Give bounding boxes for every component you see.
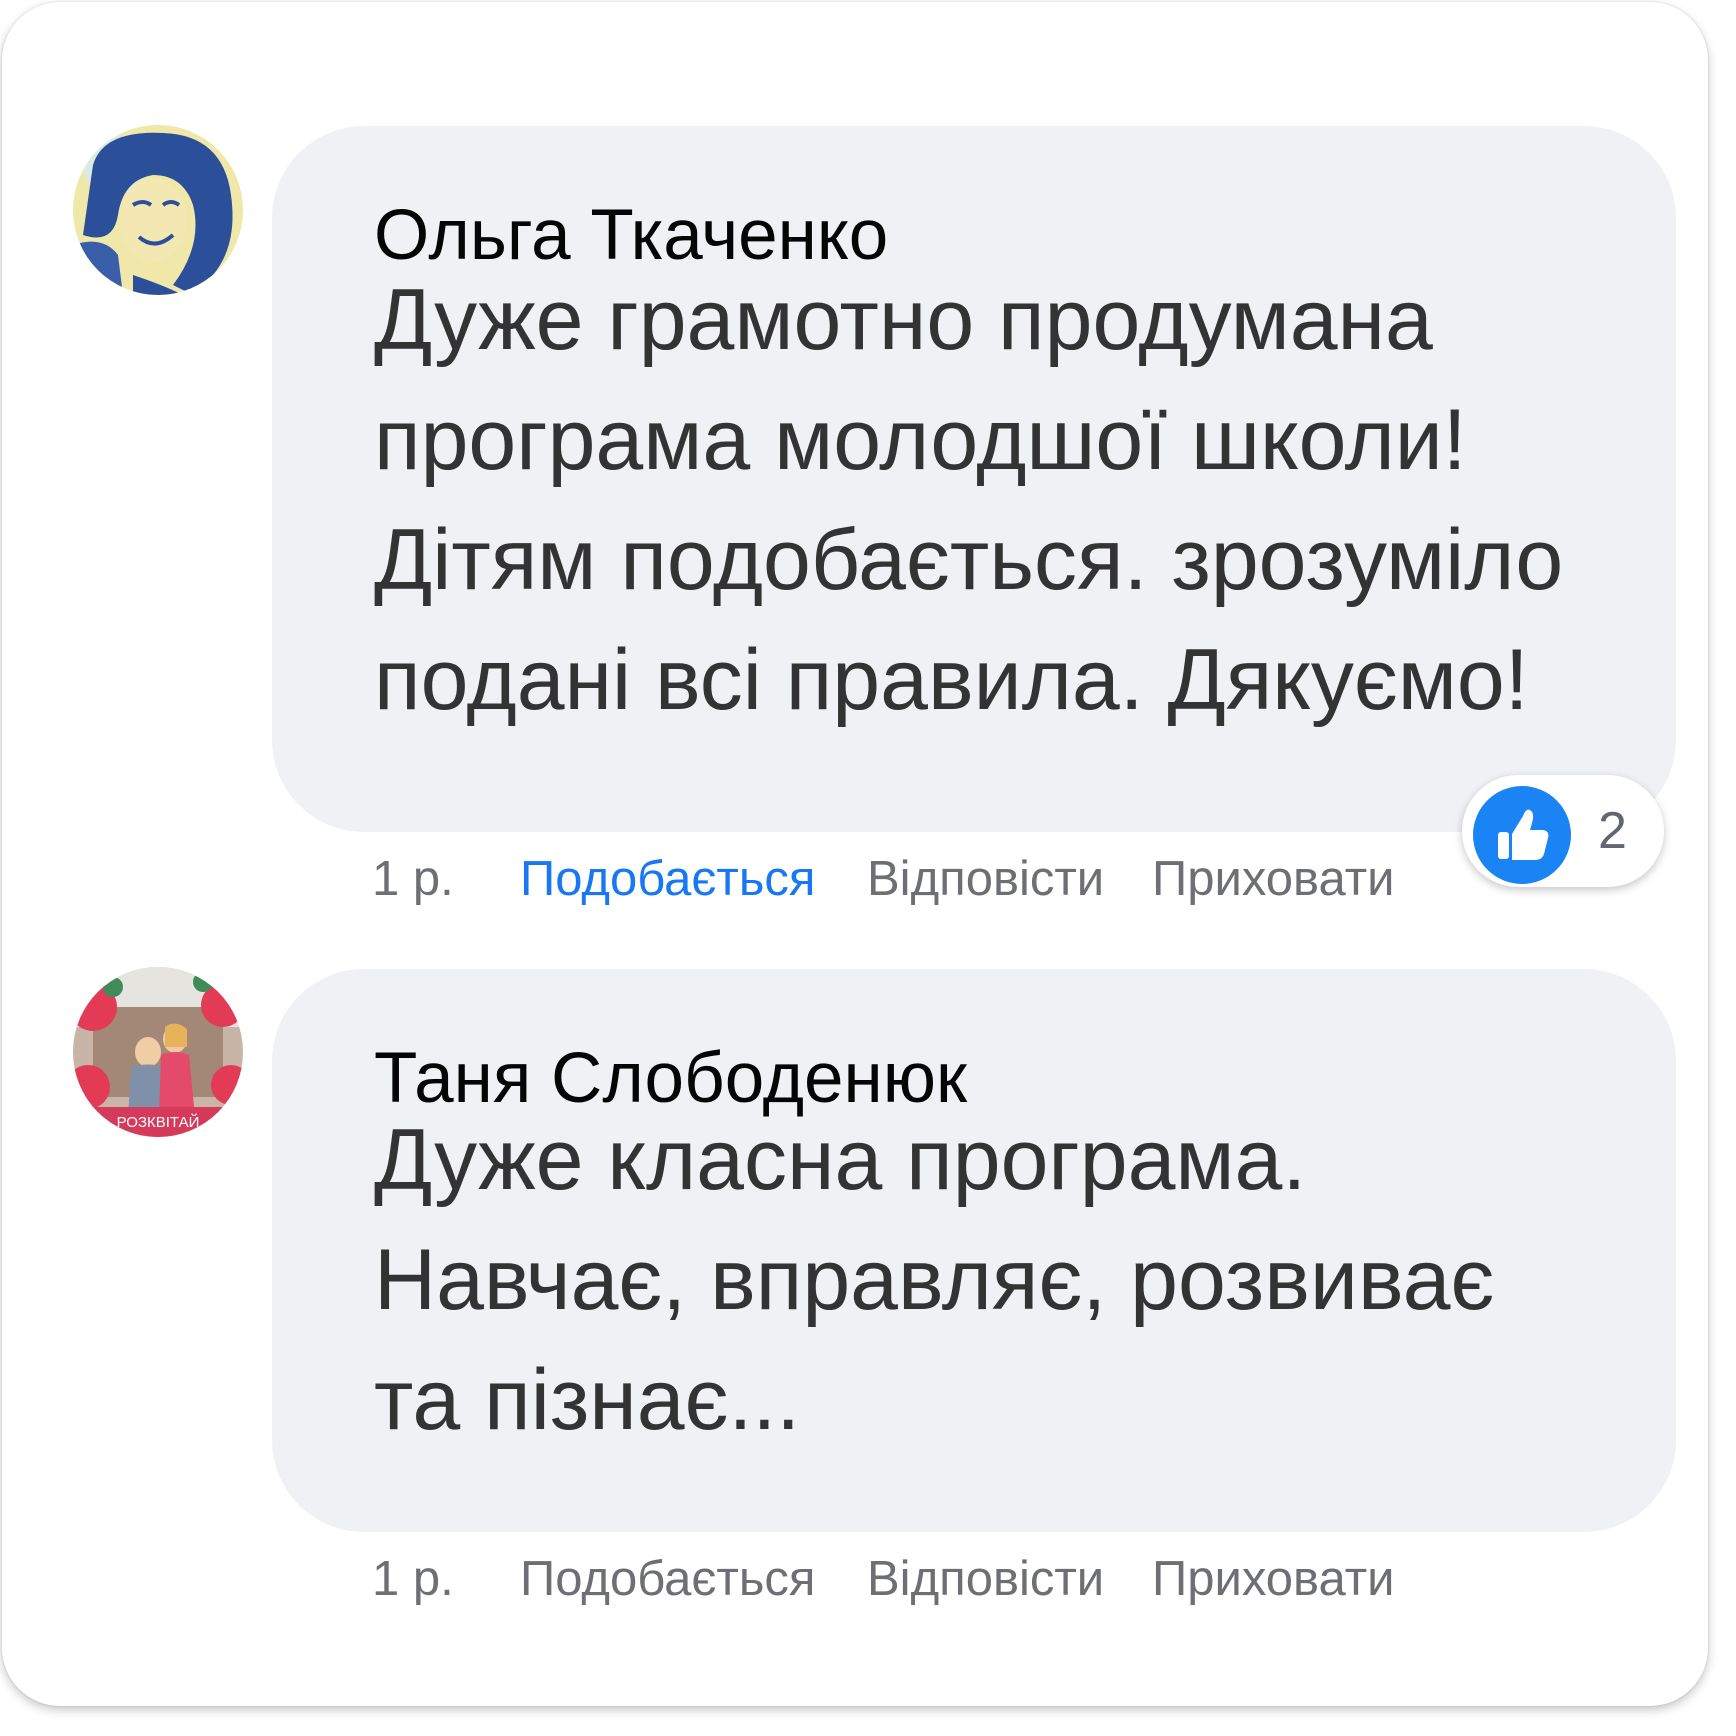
comment-time[interactable]: 1 р.: [372, 1549, 454, 1609]
reaction-count: 2: [1598, 802, 1627, 860]
comment-text: Дуже грамотно продумана програма молодшо…: [374, 260, 1563, 740]
comment-time[interactable]: 1 р.: [372, 849, 454, 909]
comment-text-line: програма молодшої школи!: [374, 392, 1467, 488]
reply-button[interactable]: Відповісти: [867, 849, 1104, 909]
comment-text-line: Навчає, вправляє, розвиває: [374, 1232, 1495, 1328]
hide-button[interactable]: Приховати: [1152, 1549, 1395, 1609]
comment-text-line: Дуже грамотно продумана: [374, 272, 1433, 368]
thumbs-up-icon: [1473, 786, 1571, 884]
comment-bubble: Ольга Ткаченко Дуже грамотно продумана п…: [272, 126, 1676, 832]
comment-text-line: Дуже класна програма.: [374, 1112, 1307, 1208]
like-button[interactable]: Подобається: [520, 849, 815, 909]
reply-button[interactable]: Відповісти: [867, 1549, 1104, 1609]
hide-button[interactable]: Приховати: [1152, 849, 1395, 909]
reaction-summary[interactable]: 2: [1462, 775, 1664, 887]
comment-bubble: Таня Слободенюк Дуже класна програма. На…: [272, 969, 1676, 1532]
avatar-tanya[interactable]: РОЗКВІТАЙ: [73, 967, 243, 1137]
comment-text-line: та пізнає...: [374, 1352, 801, 1448]
comment-text: Дуже класна програма. Навчає, вправляє, …: [374, 1100, 1494, 1460]
comment-text-line: Дітям подобається. зрозуміло: [374, 512, 1564, 608]
avatar-banner-text: РОЗКВІТАЙ: [117, 1113, 200, 1131]
comments-card: Ольга Ткаченко Дуже грамотно продумана п…: [2, 2, 1708, 1706]
like-button[interactable]: Подобається: [520, 1549, 815, 1609]
comment-text-line: подані всі правила. Дякуємо!: [374, 632, 1529, 728]
avatar-olga[interactable]: [73, 125, 243, 295]
